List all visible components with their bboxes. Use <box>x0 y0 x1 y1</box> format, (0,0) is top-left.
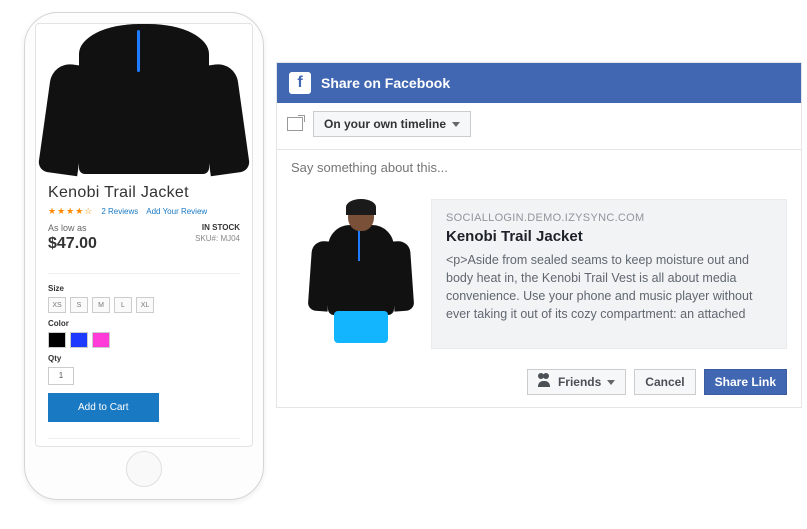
as-low-as-label: As low as <box>48 223 97 233</box>
add-review-link[interactable]: Add Your Review <box>146 207 207 216</box>
color-swatch[interactable] <box>92 332 110 348</box>
share-message-input[interactable] <box>277 149 801 185</box>
audience-dropdown[interactable]: Friends <box>527 369 626 395</box>
size-label: Size <box>48 284 240 293</box>
preview-title: Kenobi Trail Jacket <box>446 228 772 245</box>
size-option[interactable]: XS <box>48 297 66 313</box>
add-to-cart-button[interactable]: Add to Cart <box>48 393 159 422</box>
facebook-share-dialog: f Share on Facebook On your own timeline… <box>276 62 802 408</box>
jacket-illustration <box>79 24 209 174</box>
home-button[interactable] <box>126 451 162 487</box>
size-swatches: XS S M L XL <box>48 297 240 313</box>
phone-mockup: Kenobi Trail Jacket ★★★★☆ 2 Reviews Add … <box>24 12 264 500</box>
timeline-dropdown[interactable]: On your own timeline <box>313 111 471 137</box>
dialog-title: Share on Facebook <box>321 75 450 91</box>
product-title: Kenobi Trail Jacket <box>48 184 240 202</box>
phone-screen: Kenobi Trail Jacket ★★★★☆ 2 Reviews Add … <box>35 23 253 447</box>
share-link-button[interactable]: Share Link <box>704 369 787 395</box>
reviews-link[interactable]: 2 Reviews <box>101 207 138 216</box>
star-rating: ★★★★☆ <box>48 206 93 217</box>
caret-down-icon <box>452 122 460 127</box>
price: $47.00 <box>48 235 97 253</box>
color-swatch[interactable] <box>70 332 88 348</box>
size-option[interactable]: L <box>114 297 132 313</box>
preview-image <box>291 199 431 349</box>
qty-label: Qty <box>48 354 240 363</box>
size-option[interactable]: S <box>70 297 88 313</box>
caret-down-icon <box>607 380 615 385</box>
preview-description: <p>Aside from sealed seams to keep moist… <box>446 251 772 324</box>
color-label: Color <box>48 319 240 328</box>
preview-domain: SOCIALLOGIN.DEMO.IZYSYNC.COM <box>446 212 772 224</box>
external-icon <box>287 117 303 131</box>
link-preview-card: SOCIALLOGIN.DEMO.IZYSYNC.COM Kenobi Trai… <box>291 199 787 349</box>
friends-icon <box>538 377 552 387</box>
facebook-logo-icon: f <box>289 72 311 94</box>
size-option[interactable]: M <box>92 297 110 313</box>
size-option[interactable]: XL <box>136 297 154 313</box>
sku: SKU#: MJ04 <box>195 234 240 243</box>
color-swatch[interactable] <box>48 332 66 348</box>
stock-status: IN STOCK <box>195 223 240 232</box>
cancel-button[interactable]: Cancel <box>634 369 695 395</box>
dialog-header: f Share on Facebook <box>277 63 801 103</box>
qty-input[interactable]: 1 <box>48 367 74 385</box>
product-image <box>36 24 252 174</box>
